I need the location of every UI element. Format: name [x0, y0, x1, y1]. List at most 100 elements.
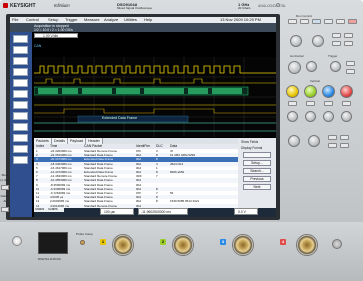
measure-button[interactable]	[344, 41, 353, 46]
channel-2-input[interactable]	[172, 234, 194, 256]
channel-2-label: 2	[160, 239, 166, 245]
digital-knob[interactable]	[308, 135, 320, 147]
search-button[interactable]: Search...	[243, 168, 271, 174]
tool-icon-5[interactable]	[13, 79, 28, 87]
trigger-label: Trigger	[328, 54, 338, 58]
display-format-label: Display Format	[241, 146, 263, 150]
tool-icon-4[interactable]	[13, 68, 28, 76]
next-button[interactable]: Next	[243, 184, 271, 190]
bus-label: CAN	[34, 44, 42, 48]
tool-icon-6[interactable]	[13, 90, 28, 98]
more-button-label: More (1 of 2)	[0, 173, 10, 182]
tool-icon-12[interactable]	[13, 156, 28, 164]
probe-comp-terminal	[80, 240, 85, 245]
digital-input-connector	[38, 232, 68, 254]
math-knob[interactable]	[288, 135, 300, 147]
timebase-scale-field[interactable]: 100 µs/	[100, 208, 134, 215]
timebase-position-value: -11.9602500000 ms	[141, 210, 171, 214]
run-control-label: Run Control	[296, 14, 313, 18]
vertical-label: Vertical	[310, 79, 320, 83]
table-cell: 0bd	[136, 203, 142, 208]
delete-all-button[interactable]	[1, 207, 9, 212]
channel-4-offset-knob[interactable]	[341, 111, 352, 122]
sample-rate-label: 20 GSa/s	[238, 6, 251, 10]
table-row[interactable]: 14 4.0014965 ms Standard Remote Frame 0bd	[34, 203, 238, 208]
marker-button[interactable]	[332, 41, 341, 46]
more-button[interactable]	[1, 185, 9, 190]
previous-button[interactable]: Previous	[243, 176, 271, 182]
brand-name: KEYSIGHT	[10, 3, 36, 9]
label-button[interactable]	[340, 143, 349, 148]
channel-1-input[interactable]	[112, 234, 134, 256]
cursor-knob[interactable]	[312, 35, 324, 47]
horizontal-position-knob[interactable]	[306, 61, 317, 72]
channel-2-button[interactable]	[306, 101, 315, 106]
channel-4-scale-knob[interactable]	[340, 85, 353, 98]
channel-3-input[interactable]	[232, 234, 254, 256]
tool-icon-1[interactable]	[13, 35, 28, 43]
oscilloscope: KEYSIGHT Infiniium DSO9104A Mixed Signal…	[0, 0, 363, 281]
tool-icon-10[interactable]	[13, 134, 28, 142]
table-cell: 14	[36, 203, 40, 208]
keysight-logo-icon	[3, 3, 8, 8]
trigger-mode-button[interactable]	[346, 61, 355, 66]
channel-2-offset-knob[interactable]	[305, 111, 316, 122]
run-stop-button[interactable]	[288, 19, 297, 24]
zoom-button[interactable]	[332, 33, 341, 38]
tool-icon-2[interactable]	[13, 46, 28, 54]
tool-sidebar	[10, 32, 32, 217]
model-description: Mixed Signal Oscilloscope	[117, 6, 153, 10]
delete-all-label: Delete All	[0, 194, 10, 203]
channel-scale-box[interactable]: 1.00 V/div	[34, 33, 78, 38]
trigger-setup-button[interactable]	[346, 69, 355, 74]
tool-icon-8[interactable]	[13, 112, 28, 120]
setup-button[interactable]: Setup...	[243, 160, 271, 166]
decoded-frame-label: Extended Data Frame	[102, 116, 138, 120]
trigger-level-field[interactable]: 0.0 V	[234, 208, 258, 215]
channel-3-label: 3	[220, 239, 226, 245]
timebase-scale-value: 100 µs/	[104, 210, 116, 214]
channel-3-scale-knob[interactable]	[322, 85, 335, 98]
single-button[interactable]	[300, 19, 309, 24]
tool-icon-9[interactable]	[13, 123, 28, 131]
product-line: Infiniium	[54, 3, 70, 8]
channel-4-button[interactable]	[342, 101, 351, 106]
channel-4-input[interactable]	[296, 234, 318, 256]
auto-scale-button[interactable]	[312, 19, 321, 24]
bus-button[interactable]	[328, 143, 337, 148]
touch-button[interactable]	[344, 33, 353, 38]
channel-3-button[interactable]	[324, 101, 333, 106]
digital-button[interactable]	[340, 135, 349, 140]
control-panel: Run Control Horizontal Trigger Vertical	[282, 13, 362, 233]
channel-4-label: 4	[280, 239, 286, 245]
channel-1-label: 1	[100, 239, 106, 245]
horizontal-label: Horizontal	[290, 54, 304, 58]
channel-3-offset-knob[interactable]	[323, 111, 334, 122]
tool-icon-7[interactable]	[13, 101, 28, 109]
channel-1-button[interactable]	[288, 101, 297, 106]
trigger-level-value: 0.0 V	[238, 210, 246, 214]
default-setup-button[interactable]	[324, 19, 333, 24]
show-fields-checkbox[interactable]: Show Fields	[241, 140, 258, 145]
power-button[interactable]	[12, 236, 22, 246]
timebase-position-field[interactable]: -11.9602500000 ms	[138, 208, 188, 215]
channel-1-scale-knob[interactable]	[286, 85, 299, 98]
stop-button[interactable]	[348, 19, 357, 24]
table-cell: 4.0014965 ms	[50, 203, 70, 208]
waveform-area	[34, 57, 276, 137]
clear-display-button[interactable]	[336, 19, 345, 24]
entry-knob[interactable]	[290, 35, 302, 47]
tool-icon-3[interactable]	[13, 57, 28, 65]
channel-2-scale-knob[interactable]	[304, 85, 317, 98]
table-cell: Standard Remote Frame	[84, 203, 118, 208]
channel-1-offset-knob[interactable]	[287, 111, 298, 122]
tool-icon-11[interactable]	[13, 145, 28, 153]
display-screen: File Control Setup Trigger Measure Analy…	[10, 17, 276, 217]
lister-side-panel: Show Fields Display Format Setup... Sear…	[238, 138, 276, 208]
digital-input-label: DIGITAL D15-D0	[38, 257, 61, 261]
trigger-level-knob[interactable]	[330, 61, 341, 72]
display-format-select[interactable]	[243, 152, 271, 158]
math-button[interactable]	[328, 135, 337, 140]
analog-digital-logo: ANALOG/DIGITAL	[258, 4, 287, 8]
horizontal-scale-knob[interactable]	[288, 61, 301, 74]
